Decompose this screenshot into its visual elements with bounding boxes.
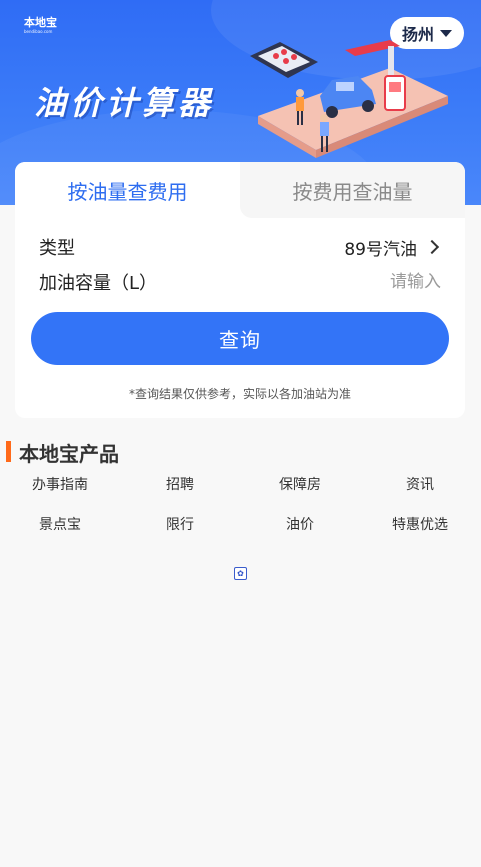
- volume-row: 加油容量（L）: [39, 267, 441, 297]
- tab-bar: 按油量查费用 按费用查油量: [15, 162, 465, 218]
- chevron-right-icon: [424, 239, 440, 255]
- volume-input[interactable]: [321, 272, 441, 292]
- bendibao-logo[interactable]: 本地宝 bendibao.com: [24, 16, 68, 38]
- fuel-type-row[interactable]: 类型 89号汽油: [39, 232, 441, 262]
- product-link-traffic-restriction[interactable]: 限行: [120, 514, 240, 534]
- section-accent-bar: [6, 441, 11, 462]
- product-link-oil-price[interactable]: 油价: [240, 514, 360, 534]
- product-link-jobs[interactable]: 招聘: [120, 474, 240, 494]
- products-section-title: 本地宝产品: [19, 442, 119, 466]
- product-link-attractions[interactable]: 景点宝: [0, 514, 120, 534]
- logo-text: 本地宝: [24, 16, 57, 29]
- product-link-housing[interactable]: 保障房: [240, 474, 360, 494]
- gas-station-illustration: [250, 40, 448, 158]
- baidu-paw-icon[interactable]: ✿: [234, 567, 247, 580]
- product-link-deals[interactable]: 特惠优选: [360, 514, 480, 534]
- caret-down-icon: [440, 29, 452, 37]
- tab-cost-to-volume[interactable]: 按费用查油量: [240, 162, 465, 218]
- calculator-card: 按油量查费用 按费用查油量 类型 89号汽油 加油容量（L） 查询 *查询结果仅…: [15, 162, 465, 418]
- fuel-type-value: 89号汽油: [344, 239, 417, 260]
- tab-volume-to-cost[interactable]: 按油量查费用: [15, 162, 240, 218]
- volume-label: 加油容量（L）: [39, 273, 158, 294]
- fuel-type-label: 类型: [39, 238, 75, 259]
- query-button[interactable]: 查询: [31, 312, 449, 365]
- product-link-news[interactable]: 资讯: [360, 474, 480, 494]
- fuel-type-value-group[interactable]: 89号汽油: [344, 235, 441, 260]
- disclaimer-note: *查询结果仅供参考，实际以各加油站为准: [128, 387, 351, 401]
- page-title: 油价计算器: [34, 84, 215, 122]
- logo-subtext: bendibao.com: [24, 29, 53, 34]
- product-link-guide[interactable]: 办事指南: [0, 474, 120, 494]
